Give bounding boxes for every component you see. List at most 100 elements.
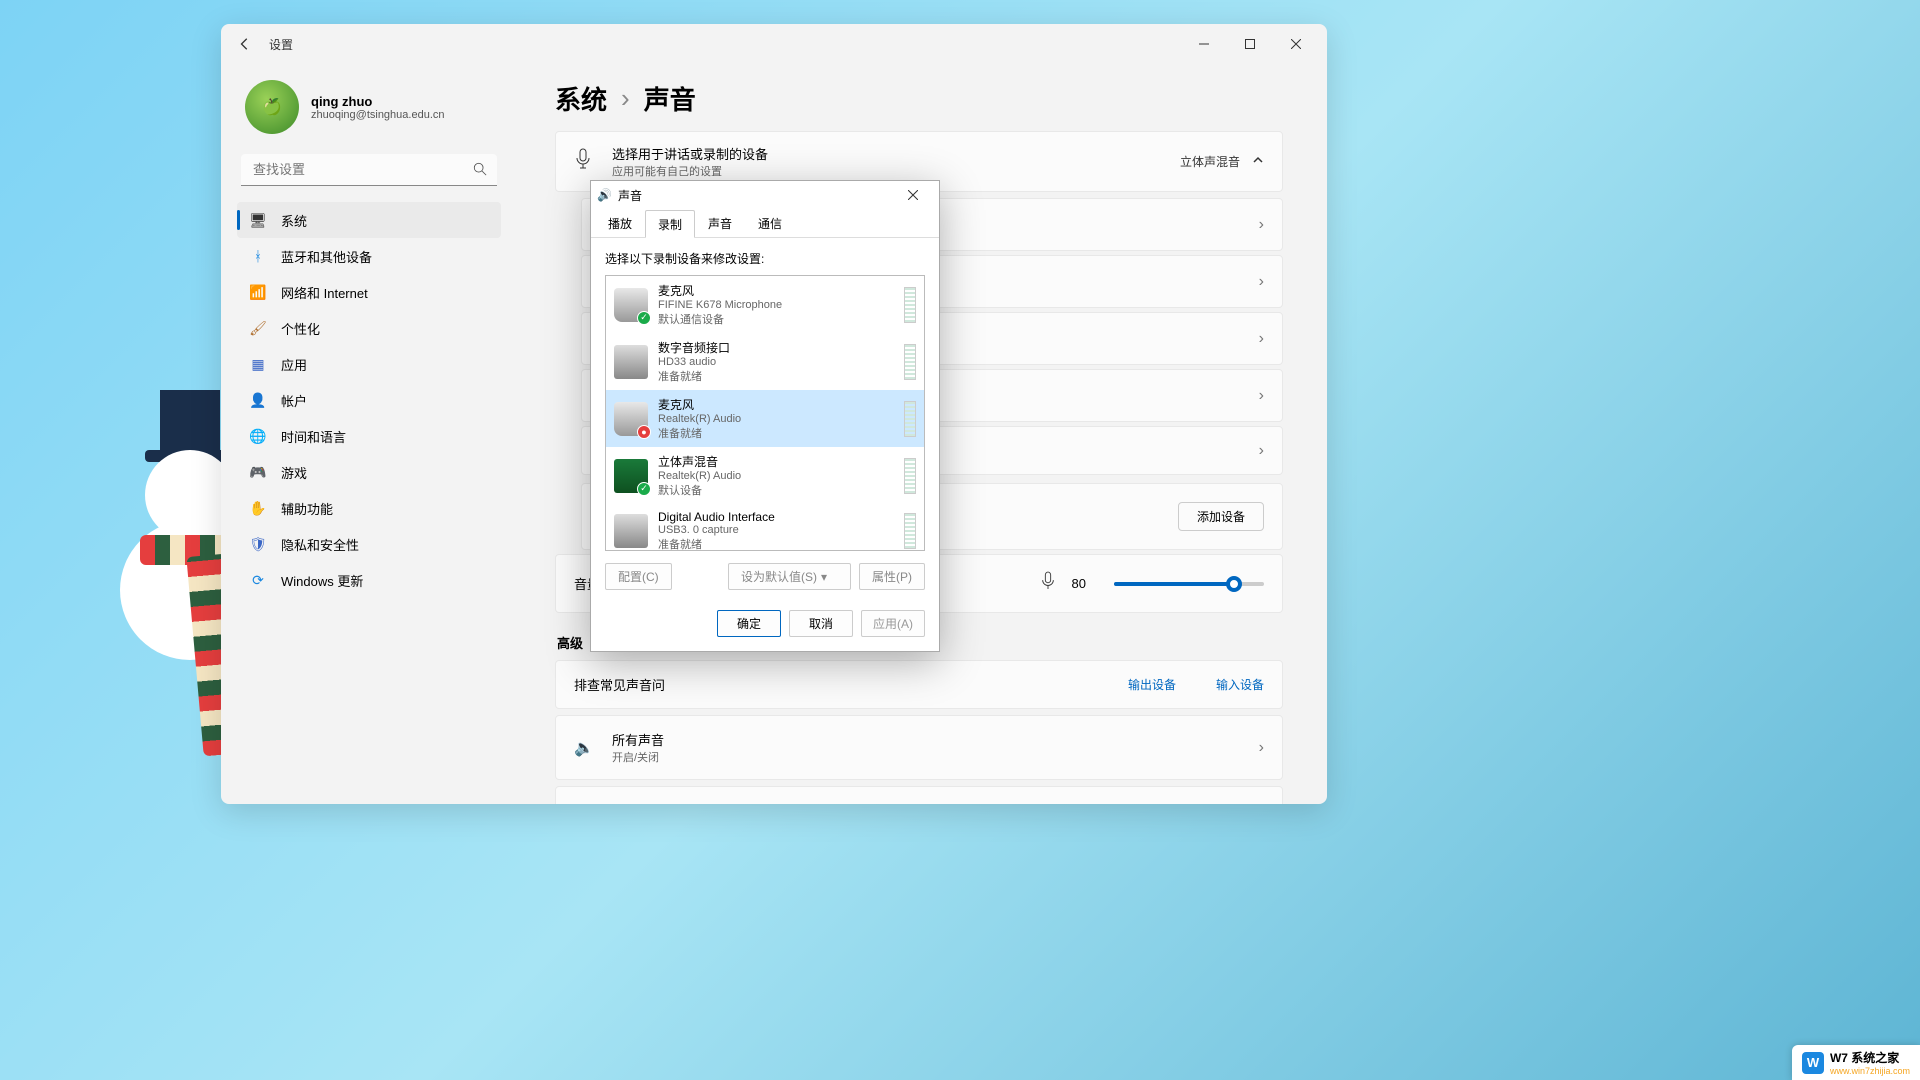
ok-button[interactable]: 确定 — [717, 610, 781, 637]
close-button[interactable] — [1273, 28, 1319, 60]
add-device-button[interactable]: 添加设备 — [1178, 502, 1264, 531]
search-input[interactable] — [241, 154, 497, 186]
chevron-up-icon — [1252, 154, 1264, 169]
chevron-right-icon: › — [621, 83, 630, 114]
breadcrumb-root[interactable]: 系统 — [555, 80, 607, 117]
input-devices-link[interactable]: 输入设备 — [1216, 676, 1264, 693]
level-meter — [904, 287, 916, 323]
breadcrumb-leaf: 声音 — [644, 80, 696, 117]
dialog-tabs: 播放录制声音通信 — [591, 209, 939, 238]
sidebar: 🍏 qing zhuo zhuoqing@tsinghua.edu.cn 🖥系统… — [221, 64, 511, 804]
cancel-button[interactable]: 取消 — [789, 610, 853, 637]
mic-icon — [1040, 571, 1056, 596]
maximize-button[interactable] — [1227, 28, 1273, 60]
dialog-close-button[interactable] — [893, 183, 933, 207]
chevron-right-icon: › — [1259, 330, 1264, 348]
dialog-title: 声音 — [618, 187, 642, 204]
nav-icon: 👤 — [249, 391, 267, 409]
dialog-titlebar: 🔊 声音 — [591, 181, 939, 209]
speaker-icon: 🔈 — [574, 738, 596, 758]
level-meter — [904, 458, 916, 494]
nav-label: 应用 — [281, 355, 307, 374]
apply-button[interactable]: 应用(A) — [861, 610, 925, 637]
sidebar-item-9[interactable]: 🛡隐私和安全性 — [237, 526, 501, 562]
recording-device-row[interactable]: 数字音频接口HD33 audio准备就绪 — [606, 333, 924, 390]
recording-device-row[interactable]: ● 麦克风Realtek(R) Audio准备就绪 — [606, 390, 924, 447]
section-title: 选择用于讲话或录制的设备 — [612, 144, 768, 163]
nav-label: 隐私和安全性 — [281, 535, 359, 554]
level-meter — [904, 513, 916, 549]
chevron-right-icon: › — [1259, 273, 1264, 291]
device-icon: ✓ — [614, 459, 648, 493]
chevron-right-icon: › — [1259, 442, 1264, 460]
volume-value: 80 — [1072, 576, 1086, 591]
chevron-right-icon: › — [1259, 739, 1264, 757]
sidebar-item-7[interactable]: 🎮 游戏 — [237, 454, 501, 490]
nav-icon: 🌐 — [249, 427, 267, 445]
sidebar-item-5[interactable]: 👤帐户 — [237, 382, 501, 418]
window-title: 设置 — [269, 36, 293, 53]
dialog-tab-0[interactable]: 播放 — [595, 209, 645, 237]
sidebar-item-3[interactable]: 🖌个性化 — [237, 310, 501, 346]
recording-device-row[interactable]: Digital Audio InterfaceUSB3. 0 capture准备… — [606, 504, 924, 551]
maximize-icon — [1245, 39, 1255, 49]
mixer-card[interactable]: 🎚 音量合成器 应用程序音量混合、应用程序输入和输出设备 › — [555, 786, 1283, 804]
troubleshoot-label: 排查常见声音问 — [574, 675, 665, 694]
troubleshoot-card: 排查常见声音问 输出设备 输入设备 — [555, 660, 1283, 709]
all-devices-card[interactable]: 🔈 所有声音 开启/关闭 › — [555, 715, 1283, 780]
recording-device-row[interactable]: ✓ 立体声混音Realtek(R) Audio默认设备 — [606, 447, 924, 504]
microphone-icon — [574, 148, 596, 175]
nav-label: 蓝牙和其他设备 — [281, 247, 372, 266]
sidebar-item-8[interactable]: ✋辅助功能 — [237, 490, 501, 526]
dialog-instruction: 选择以下录制设备来修改设置: — [605, 250, 925, 267]
sidebar-item-1[interactable]: ᚼ蓝牙和其他设备 — [237, 238, 501, 274]
volume-slider[interactable] — [1114, 582, 1264, 586]
status-badge-icon: ● — [637, 425, 651, 439]
dialog-tab-2[interactable]: 声音 — [695, 209, 745, 237]
nav-list: 🖥系统ᚼ蓝牙和其他设备📶网络和 Internet🖌个性化 ▦ 应用 👤帐户🌐时间和语言… — [237, 202, 501, 598]
nav-label: 系统 — [281, 211, 307, 230]
profile-email: zhuoqing@tsinghua.edu.cn — [311, 109, 445, 121]
dialog-tab-3[interactable]: 通信 — [745, 209, 795, 237]
level-meter — [904, 344, 916, 380]
sidebar-item-10[interactable]: ⟳Windows 更新 — [237, 562, 501, 598]
sidebar-item-4[interactable]: ▦ 应用 — [237, 346, 501, 382]
close-icon — [1291, 39, 1301, 49]
device-icon — [614, 514, 648, 548]
sidebar-item-6[interactable]: 🌐时间和语言 — [237, 418, 501, 454]
device-icon: ● — [614, 402, 648, 436]
nav-label: 辅助功能 — [281, 499, 333, 518]
watermark: W W7 系统之家 www.win7zhijia.com — [1792, 1045, 1920, 1080]
breadcrumb: 系统 › 声音 — [555, 80, 1283, 117]
arrow-left-icon — [238, 37, 252, 51]
nav-label: 游戏 — [281, 463, 307, 482]
sidebar-item-2[interactable]: 📶网络和 Internet — [237, 274, 501, 310]
avatar: 🍏 — [245, 80, 299, 134]
minimize-button[interactable] — [1181, 28, 1227, 60]
sound-dialog: 🔊 声音 播放录制声音通信 选择以下录制设备来修改设置: ✓ 麦克风FIFINE… — [590, 180, 940, 652]
speaker-icon: 🔊 — [597, 188, 612, 202]
nav-label: Windows 更新 — [281, 571, 363, 590]
level-meter — [904, 401, 916, 437]
sidebar-item-0[interactable]: 🖥系统 — [237, 202, 501, 238]
section-subtitle: 应用可能有自己的设置 — [612, 163, 768, 179]
nav-icon: 🎮 — [249, 463, 267, 481]
logo-icon: W — [1802, 1052, 1824, 1074]
device-icon: ✓ — [614, 288, 648, 322]
close-icon — [908, 190, 918, 200]
chevron-right-icon: › — [1259, 387, 1264, 405]
dialog-tab-1[interactable]: 录制 — [645, 210, 695, 238]
user-profile[interactable]: 🍏 qing zhuo zhuoqing@tsinghua.edu.cn — [237, 64, 501, 154]
back-button[interactable] — [229, 28, 261, 60]
configure-button[interactable]: 配置(C) — [605, 563, 672, 590]
output-devices-link[interactable]: 输出设备 — [1128, 676, 1176, 693]
set-default-button[interactable]: 设为默认值(S) ▾ — [728, 563, 851, 590]
nav-icon: ▦ — [249, 355, 267, 373]
titlebar: 设置 — [221, 24, 1327, 64]
properties-button[interactable]: 属性(P) — [859, 563, 925, 590]
nav-label: 网络和 Internet — [281, 283, 368, 302]
recording-device-list: ✓ 麦克风FIFINE K678 Microphone默认通信设备 数字音频接口… — [605, 275, 925, 551]
device-icon — [614, 345, 648, 379]
recording-device-row[interactable]: ✓ 麦克风FIFINE K678 Microphone默认通信设备 — [606, 276, 924, 333]
status-badge-icon: ✓ — [637, 311, 651, 325]
